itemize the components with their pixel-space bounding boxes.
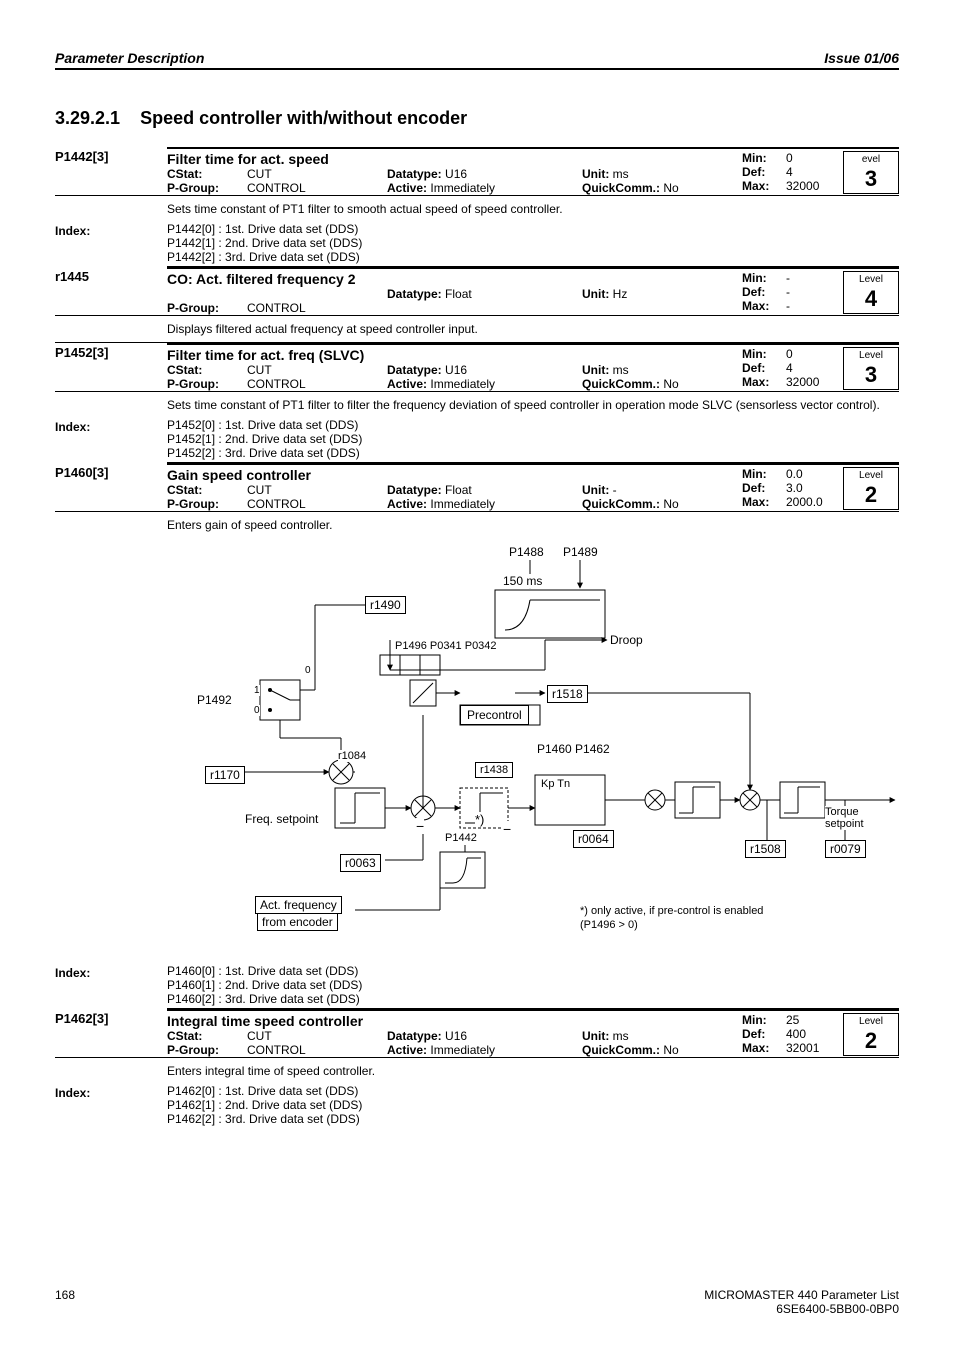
level-box: Level 2 bbox=[843, 1013, 899, 1056]
level-box: Level 3 bbox=[843, 347, 899, 390]
level-box: Level 2 bbox=[843, 467, 899, 510]
control-diagram: P1488 P1489 150 ms r1490 Droop P1496 P03… bbox=[185, 550, 905, 960]
page-footer: 168 MICROMASTER 440 Parameter List 6SE64… bbox=[55, 1288, 899, 1316]
level-box: Level 4 bbox=[843, 271, 899, 314]
param-P1452: P1452[3] Filter time for act. freq (SLVC… bbox=[55, 343, 899, 463]
param-P1442: P1442[3] Filter time for act. speed CSta… bbox=[55, 147, 899, 267]
param-r1445: r1445 CO: Act. filtered frequency 2 Data… bbox=[55, 267, 899, 343]
description: Sets time constant of PT1 filter to smoo… bbox=[55, 195, 899, 222]
param-P1460: P1460[3] Gain speed controller CStat: CU… bbox=[55, 463, 899, 538]
param-id: P1442[3] bbox=[55, 147, 167, 164]
header-right: Issue 01/06 bbox=[824, 50, 899, 66]
page-header: Parameter Description Issue 01/06 bbox=[55, 50, 899, 70]
header-left: Parameter Description bbox=[55, 50, 204, 66]
param-title: Filter time for act. speed bbox=[167, 151, 742, 167]
page: { "header": { "left": "Parameter Descrip… bbox=[0, 0, 954, 1351]
page-number: 168 bbox=[55, 1288, 75, 1316]
level-box: evel 3 bbox=[843, 151, 899, 194]
section-title: 3.29.2.1 Speed controller with/without e… bbox=[55, 108, 899, 129]
param-id: r1445 bbox=[55, 267, 167, 284]
param-P1462: P1462[3] Integral time speed controller … bbox=[55, 1009, 899, 1126]
